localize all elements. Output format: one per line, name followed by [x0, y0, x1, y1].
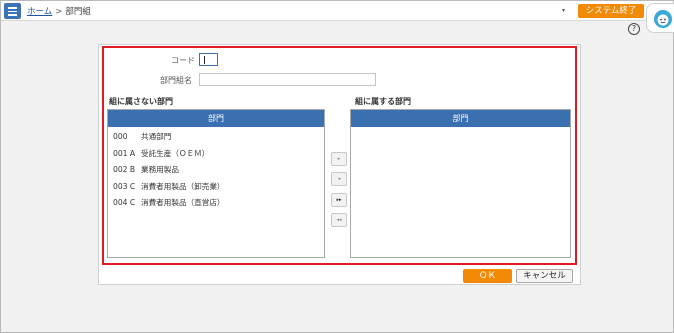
app-window: ホーム > 部門組 ▾ システム終了 ? コード 部門組名 組に属さない部門 部門 … [0, 0, 674, 333]
department-name: 業務用製品 [141, 165, 179, 175]
code-label: コード [171, 56, 195, 65]
department-name: 消費者用製品（直営店） [141, 198, 225, 208]
list-item[interactable]: 001 A 受託生産（ＯＥＭ） [108, 146, 324, 163]
breadcrumb-current: 部門組 [65, 7, 91, 17]
department-name: 共通部門 [141, 132, 172, 141]
add-all-button[interactable]: ▸▸ [331, 193, 347, 207]
unassigned-list-body: 000 共通部門 001 A 受託生産（ＯＥＭ） 002 B 業務用製品 003 C 消… [108, 127, 324, 212]
list-item[interactable]: 003 C 消費者用製品（卸売業） [108, 179, 324, 196]
remove-all-button[interactable]: ◂◂ [331, 213, 347, 227]
text-cursor [204, 56, 205, 64]
department-code: 000 [113, 132, 128, 141]
add-one-button[interactable]: ▸ [331, 152, 347, 166]
list-item[interactable]: 002 B 業務用製品 [108, 162, 324, 179]
group-name-input[interactable] [199, 73, 376, 86]
dropdown-caret-icon[interactable]: ▾ [562, 7, 565, 14]
assistant-tab[interactable] [646, 3, 674, 33]
breadcrumb: ホーム > 部門組 [27, 5, 91, 17]
assigned-department-list[interactable]: 部門 [350, 109, 571, 258]
list-item[interactable]: 004 C 消費者用製品（直営店） [108, 195, 324, 212]
code-input[interactable] [199, 53, 218, 66]
system-exit-button[interactable]: システム終了 [578, 4, 644, 18]
breadcrumb-home-link[interactable]: ホーム [27, 7, 52, 17]
assistant-avatar-icon [654, 10, 672, 28]
department-code: 001 A [113, 148, 136, 158]
assigned-list-title: 組に属する部門 [355, 97, 411, 106]
department-code: 003 C [113, 181, 136, 191]
list-item[interactable]: 000 共通部門 [108, 129, 324, 146]
department-name: 消費者用製品（卸売業） [141, 181, 225, 191]
ok-button[interactable]: ＯＫ [463, 269, 512, 283]
group-name-label: 部門組名 [160, 76, 192, 85]
cancel-button[interactable]: キャンセル [516, 269, 573, 283]
top-bar: ホーム > 部門組 ▾ システム終了 [1, 1, 673, 21]
remove-one-button[interactable]: ◂ [331, 172, 347, 186]
hamburger-menu-icon[interactable] [4, 3, 21, 19]
unassigned-list-header: 部門 [108, 110, 324, 127]
assigned-list-header: 部門 [351, 110, 570, 127]
department-code: 004 C [113, 198, 136, 208]
breadcrumb-separator: > [55, 7, 63, 17]
unassigned-list-title: 組に属さない部門 [109, 97, 173, 106]
department-code: 002 B [113, 165, 136, 175]
department-name: 受託生産（ＯＥＭ） [141, 148, 210, 158]
unassigned-department-list[interactable]: 部門 000 共通部門 001 A 受託生産（ＯＥＭ） 002 B 業務用製品 003… [107, 109, 325, 258]
help-icon[interactable]: ? [628, 23, 640, 35]
